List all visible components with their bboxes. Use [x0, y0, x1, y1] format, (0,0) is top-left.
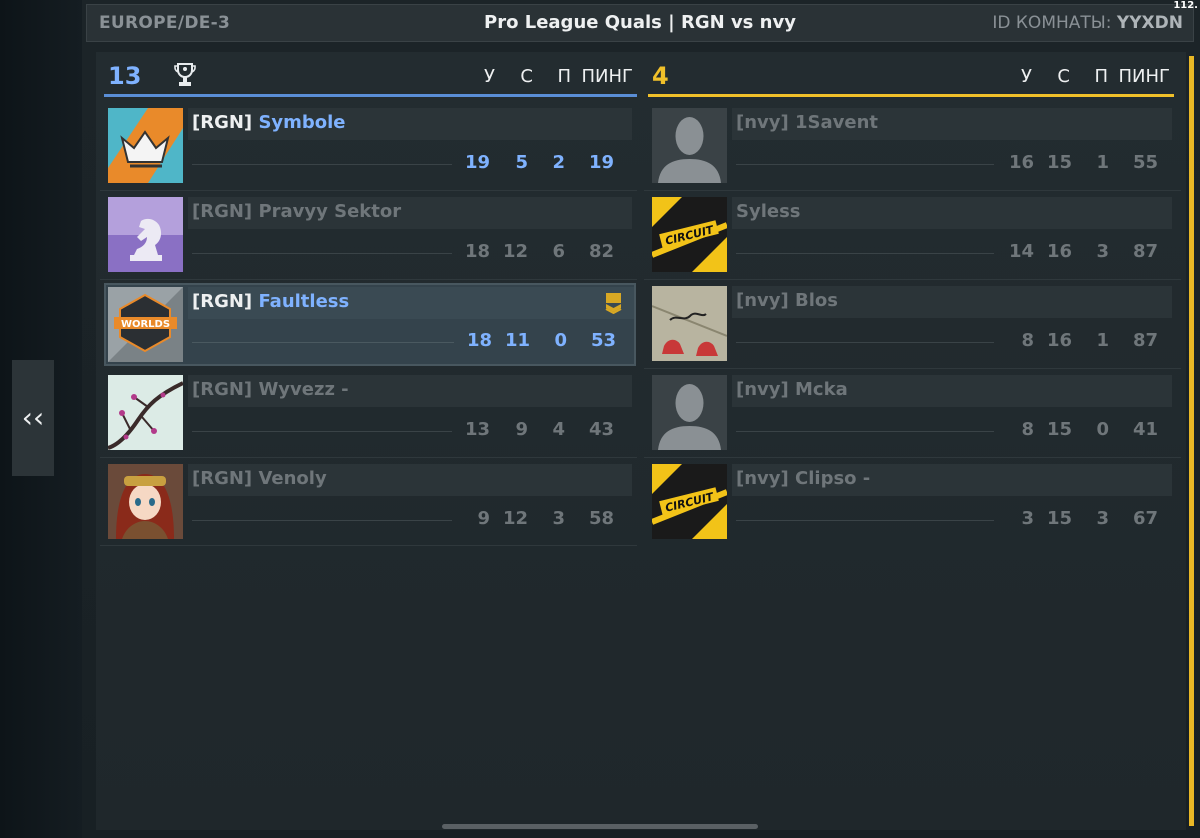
player-name: [nvy] Mcka: [736, 379, 848, 400]
name-bar: [nvy] 1Savent: [732, 108, 1172, 140]
divider: [736, 253, 994, 254]
divider: [192, 431, 452, 432]
name-bar: [nvy] Clipso -: [732, 464, 1172, 496]
player-name: Syless: [736, 201, 801, 222]
row-separator: [100, 545, 637, 546]
player-row-selected[interactable]: WORLDS [RGN] Faultless 18 11 0 53: [104, 283, 636, 366]
circuit-logo-icon: CIRCUIT: [652, 464, 727, 539]
match-header: EUROPE/DE-3 Pro League Quals | RGN vs nv…: [86, 4, 1194, 42]
player-row[interactable]: [nvy] Blos 8 16 1 87: [644, 279, 1181, 361]
player-name: [nvy] 1Savent: [736, 112, 879, 133]
divider: [736, 431, 994, 432]
divider: [192, 520, 452, 521]
player-name: [nvy] Clipso -: [736, 468, 871, 489]
team-left-header: 13 У С П ПИНГ: [104, 60, 637, 96]
player-row[interactable]: [RGN] Venoly 9 12 3 58: [100, 457, 637, 539]
name-bar: [RGN] Faultless: [188, 287, 634, 319]
home-indicator[interactable]: [442, 824, 758, 829]
back-button[interactable]: ‹‹: [12, 360, 54, 476]
player-name: [RGN] Symbole: [192, 112, 346, 133]
player-row[interactable]: [nvy] Mcka 8 15 0 41: [644, 368, 1181, 450]
player-row[interactable]: CIRCUIT [nvy] Clipso - 3 15 3 67: [644, 457, 1181, 539]
player-name: [RGN] Pravyy Sektor: [192, 201, 402, 222]
name-bar: Syless: [732, 197, 1172, 229]
name-bar: [RGN] Venoly: [188, 464, 632, 496]
rank-chevron-icon: [605, 293, 622, 314]
divider: [192, 253, 452, 254]
vertical-scrollbar[interactable]: [1189, 56, 1194, 826]
player-row[interactable]: [nvy] 1Savent 16 15 1 55: [644, 101, 1181, 183]
column-headers-left: У С П ПИНГ: [484, 66, 633, 87]
svg-text:WORLDS: WORLDS: [121, 319, 170, 330]
player-row[interactable]: CIRCUIT Syless 14 16 3 87: [644, 190, 1181, 272]
circuit-logo-icon: CIRCUIT: [652, 197, 727, 272]
column-headers-right: У С П ПИНГ: [1021, 66, 1170, 87]
player-row[interactable]: [RGN] Symbole 19 5 2 19: [100, 101, 637, 183]
room-id: ID КОМНАТЫ: YYXDN: [992, 13, 1183, 33]
player-row[interactable]: [RGN] Pravyy Sektor 18 12 6 82: [100, 190, 637, 272]
divider: [736, 520, 994, 521]
team-right-score: 4: [652, 62, 669, 90]
worlds-logo-icon: WORLDS: [108, 287, 183, 362]
name-bar: [RGN] Pravyy Sektor: [188, 197, 632, 229]
name-bar: [RGN] Wyvezz -: [188, 375, 632, 407]
divider: [736, 342, 994, 343]
name-bar: [nvy] Blos: [732, 286, 1172, 318]
chess-knight-icon: [108, 197, 183, 272]
player-name: [RGN] Faultless: [192, 291, 350, 312]
default-silhouette-icon: [652, 108, 727, 183]
player-name: [nvy] Blos: [736, 290, 838, 311]
crown-logo-icon: [108, 108, 183, 183]
player-name: [RGN] Wyvezz -: [192, 379, 349, 400]
fps-counter: 112.: [1173, 0, 1198, 11]
team-right-accent: [648, 94, 1174, 97]
name-bar: [RGN] Symbole: [188, 108, 632, 140]
anime-girl-icon: [108, 464, 183, 539]
divider: [192, 164, 452, 165]
player-name: [RGN] Venoly: [192, 468, 327, 489]
player-row[interactable]: [RGN] Wyvezz - 13 9 4 43: [100, 368, 637, 450]
default-silhouette-icon: [652, 375, 727, 450]
trophy-icon: [174, 63, 196, 86]
team-left-score: 13: [108, 62, 142, 90]
divider: [736, 164, 994, 165]
divider: [192, 342, 454, 343]
row-separator: [100, 279, 637, 280]
name-bar: [nvy] Mcka: [732, 375, 1172, 407]
look-up-sneakers-icon: [652, 286, 727, 361]
team-right-header: 4 У С П ПИНГ: [648, 60, 1174, 96]
cherry-branch-icon: [108, 375, 183, 450]
team-left-accent: [104, 94, 637, 97]
